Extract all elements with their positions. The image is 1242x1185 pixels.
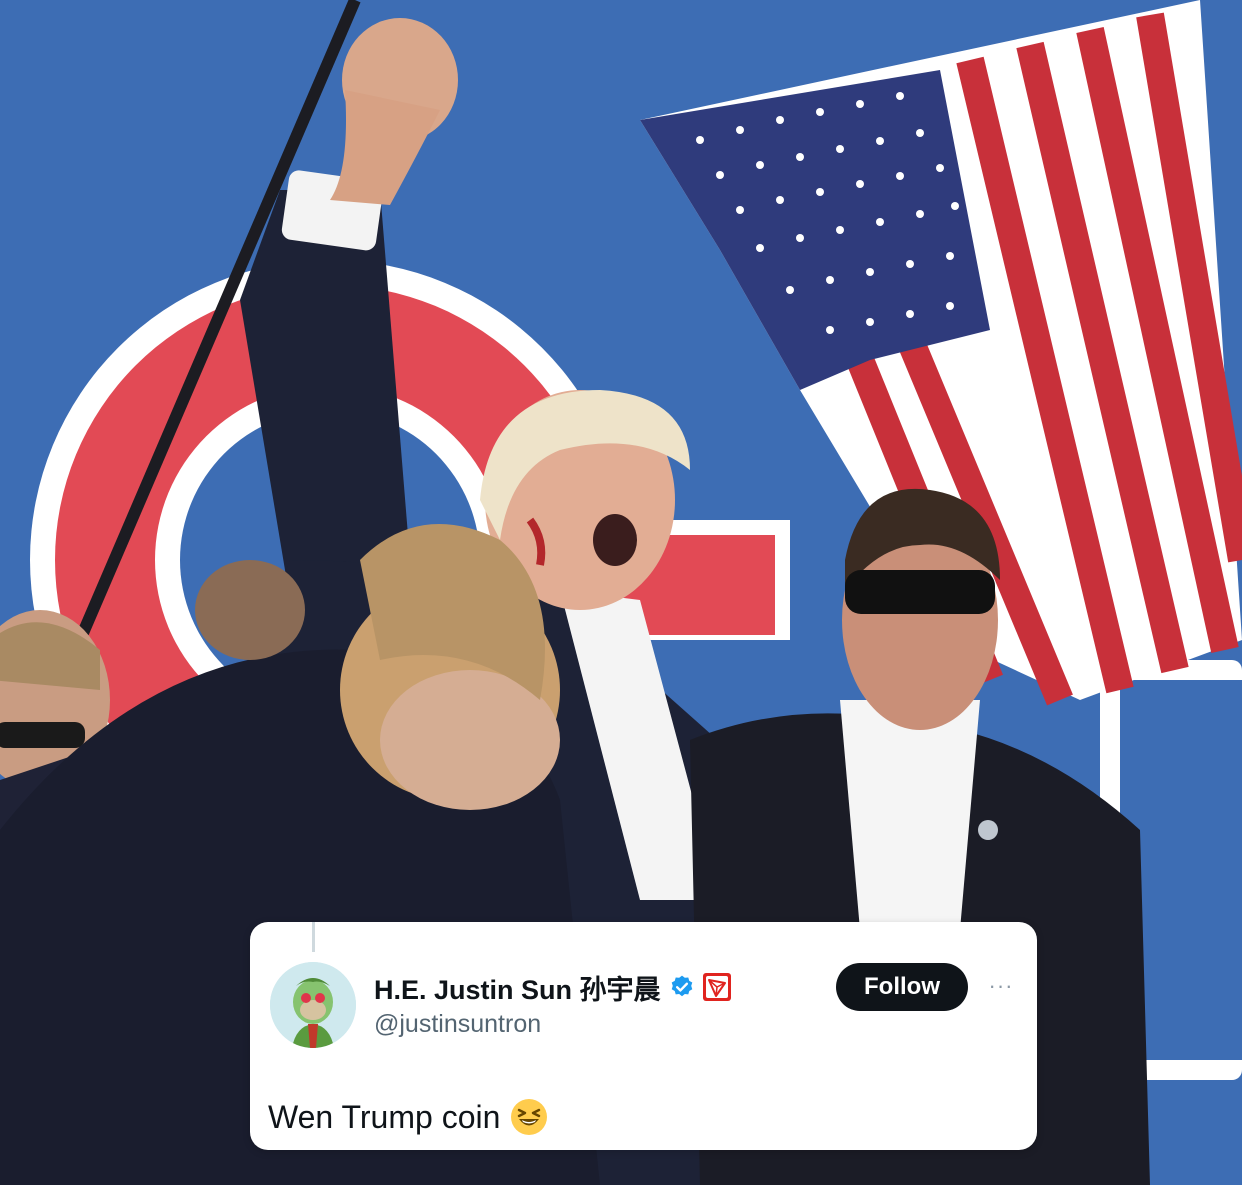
tweet-body: Wen Trump coin [268,1098,548,1136]
grinning-squinting-face-icon [510,1098,548,1136]
follow-button[interactable]: Follow [836,963,968,1011]
display-name[interactable]: H.E. Justin Sun 孙宇晨 [374,968,661,1007]
avatar[interactable] [270,962,356,1048]
author-handle[interactable]: @justinsuntron [374,1010,541,1039]
tweet-text: Wen Trump coin [268,1098,501,1135]
verified-badge-icon [669,974,695,1000]
tweet-card: H.E. Justin Sun 孙宇晨 @justinsuntron Follo… [250,922,1037,1150]
author-name-row: H.E. Justin Sun 孙宇晨 [374,968,731,1007]
thread-line [312,922,315,952]
tron-logo-icon[interactable] [702,973,731,1001]
more-options-icon[interactable]: ··· [986,973,1016,998]
